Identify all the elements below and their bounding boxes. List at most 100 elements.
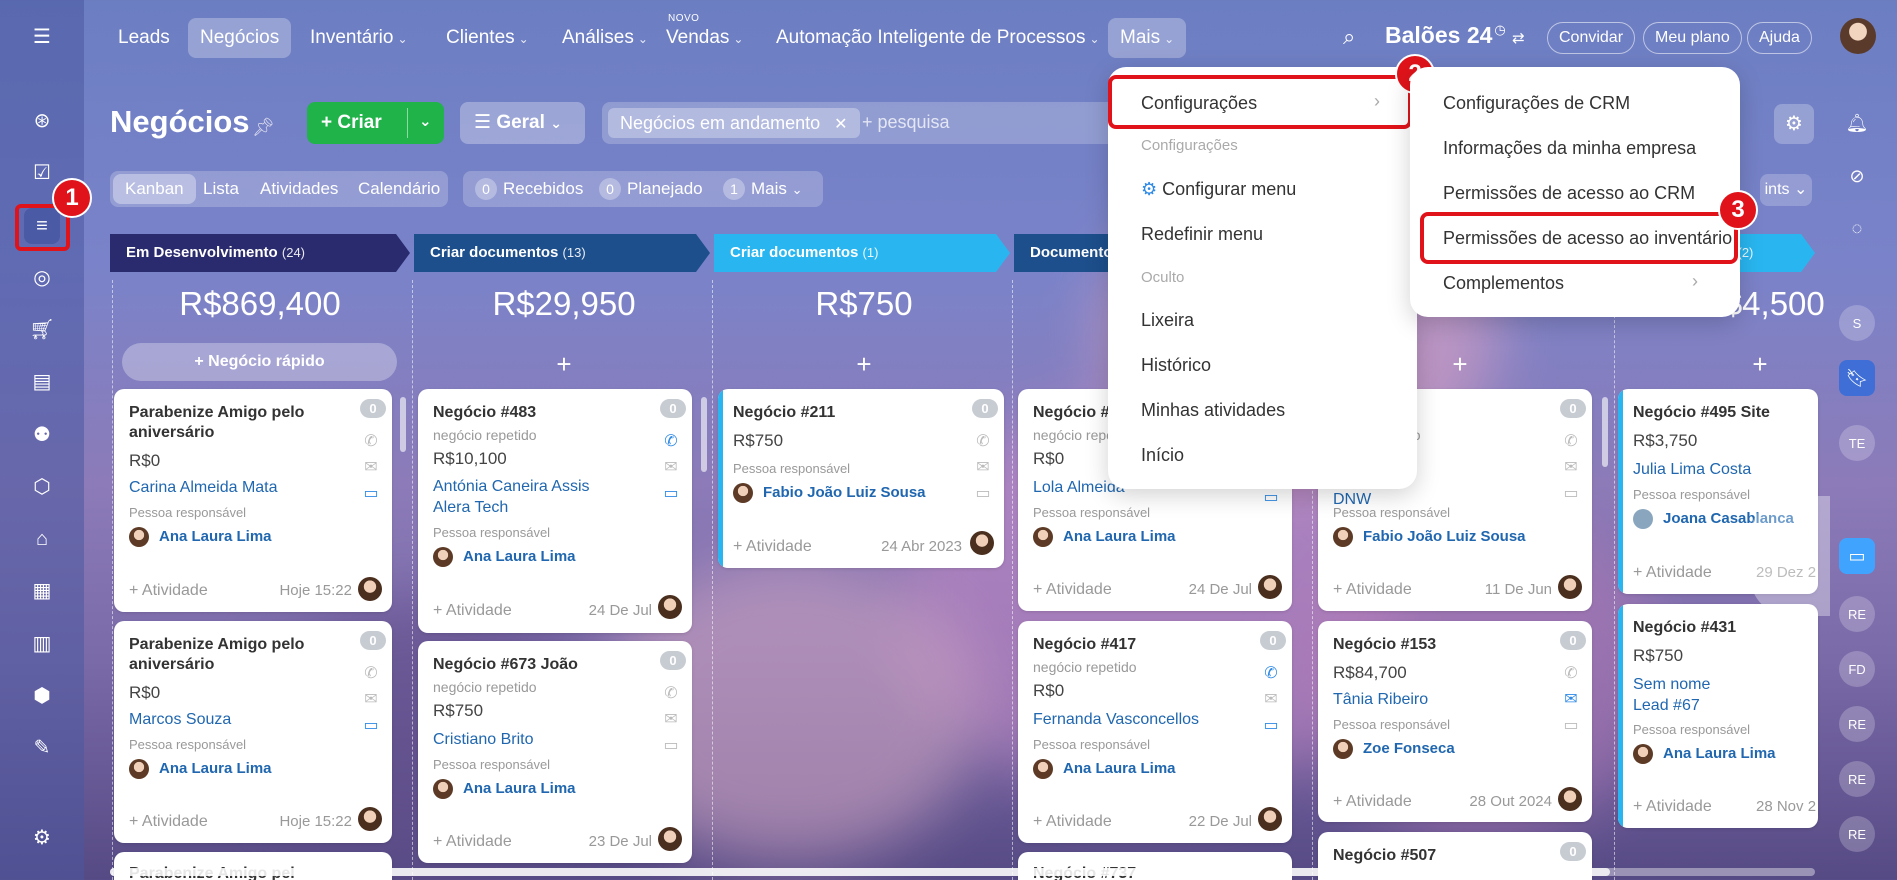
chat-icon[interactable]: ▭ bbox=[662, 483, 680, 503]
responsible-person[interactable]: Ana Laura Lima bbox=[1033, 759, 1176, 779]
target-icon[interactable]: ◎ bbox=[24, 260, 60, 296]
contact-link[interactable]: Cristiano Brito bbox=[433, 729, 533, 750]
deal-card[interactable]: 0 Parabenize Amigo pelo aniversário R$0 … bbox=[114, 389, 392, 612]
user-avatar-re[interactable]: RE bbox=[1839, 706, 1875, 742]
horizontal-scrollbar[interactable] bbox=[110, 868, 1815, 876]
mail-icon[interactable]: ✉ bbox=[662, 457, 680, 477]
nav-leads[interactable]: Leads bbox=[106, 18, 182, 58]
add-activity[interactable]: + Atividade bbox=[1633, 798, 1712, 816]
chat-icon[interactable]: ▭ bbox=[662, 735, 680, 755]
add-activity[interactable]: + Atividade bbox=[1033, 581, 1112, 599]
user-avatar-te[interactable]: TE bbox=[1839, 425, 1875, 461]
stage-header[interactable]: Criar documentos (13) bbox=[414, 234, 710, 272]
menu-item-my-activities[interactable]: Minhas atividades bbox=[1141, 400, 1285, 421]
menu-item-reset-menu[interactable]: Redefinir menu bbox=[1141, 224, 1263, 245]
chat-icon[interactable]: ▭ bbox=[974, 483, 992, 503]
my-plan-button[interactable]: Meu plano bbox=[1643, 22, 1742, 54]
create-button[interactable]: + Criar ⌄ bbox=[307, 102, 444, 144]
mail-icon[interactable]: ✉ bbox=[662, 709, 680, 729]
responsible-person[interactable]: Ana Laura Lima bbox=[129, 759, 272, 779]
search-input[interactable]: + pesquisa bbox=[862, 112, 950, 133]
menu-icon[interactable]: ☰ bbox=[24, 19, 60, 55]
box-icon[interactable]: ⬡ bbox=[24, 469, 60, 505]
contact-link[interactable]: Antónia Caneira Assis bbox=[433, 476, 590, 497]
lead-link[interactable]: Lead #67 bbox=[1633, 695, 1700, 716]
deal-title[interactable]: Negócio #153 bbox=[1333, 635, 1553, 655]
deal-card[interactable]: 0 Negócio #417 negócio repetido R$0 Fern… bbox=[1018, 621, 1292, 843]
robot-icon[interactable]: ⚉ bbox=[24, 417, 60, 453]
submenu-crm-permissions[interactable]: Permissões de acesso ao CRM bbox=[1443, 183, 1695, 204]
nav-automacao[interactable]: Automação Inteligente de Processos ⌄ bbox=[764, 18, 1112, 58]
add-deal-button[interactable]: + bbox=[414, 349, 714, 380]
nav-inventario[interactable]: Inventário ⌄ bbox=[298, 18, 420, 58]
settings-gear-icon[interactable]: ⚙ bbox=[24, 820, 60, 856]
stage-header[interactable]: Em Desenvolvimento (24) bbox=[110, 234, 410, 272]
deal-title[interactable]: Negócio #495 Site bbox=[1633, 403, 1818, 423]
user-avatar-re[interactable]: RE bbox=[1839, 816, 1875, 852]
menu-item-history[interactable]: Histórico bbox=[1141, 355, 1211, 376]
nav-negocios[interactable]: Negócios bbox=[188, 18, 292, 58]
phone-icon[interactable]: ✆ bbox=[1562, 431, 1580, 451]
menu-item-trash[interactable]: Lixeira bbox=[1141, 310, 1194, 331]
notification-bell-icon[interactable]: 🔔︎ bbox=[1839, 105, 1875, 141]
user-avatar-fd[interactable]: FD bbox=[1839, 651, 1875, 687]
chat-icon[interactable]: ▭ bbox=[1262, 487, 1280, 507]
add-activity[interactable]: + Atividade bbox=[433, 602, 512, 620]
add-activity[interactable]: + Atividade bbox=[1633, 564, 1712, 582]
mail-icon[interactable]: ✉ bbox=[362, 689, 380, 709]
phone-icon[interactable]: ✆ bbox=[1562, 663, 1580, 683]
mail-icon[interactable]: ✉ bbox=[1562, 689, 1580, 709]
add-activity[interactable]: + Atividade bbox=[733, 538, 812, 556]
add-activity[interactable]: + Atividade bbox=[129, 813, 208, 831]
user-avatar-s[interactable]: S bbox=[1839, 305, 1875, 341]
deal-title[interactable]: Negócio #417 bbox=[1033, 635, 1253, 655]
column-scrollbar[interactable] bbox=[1602, 397, 1608, 467]
column-scrollbar[interactable] bbox=[701, 397, 707, 472]
deal-title[interactable]: Negócio #483 bbox=[433, 403, 653, 423]
deal-card[interactable]: 0 Negócio #483 negócio repetido R$10,100… bbox=[418, 389, 692, 633]
stage-header[interactable]: Criar documentos (1) bbox=[714, 234, 1010, 272]
invite-button[interactable]: Convidar bbox=[1547, 22, 1636, 54]
phone-icon[interactable]: ✆ bbox=[362, 431, 380, 451]
mail-icon[interactable]: ✉ bbox=[1262, 689, 1280, 709]
chat-icon[interactable]: ▭ bbox=[1562, 483, 1580, 503]
menu-item-configure-menu[interactable]: ⚙ Configurar menu bbox=[1141, 179, 1296, 200]
contact-link[interactable]: Fernanda Vasconcellos bbox=[1033, 709, 1199, 730]
deal-card[interactable]: 0 Negócio #153 R$84,700 Tânia Ribeiro Pe… bbox=[1318, 621, 1592, 822]
tab-atividades[interactable]: Atividades bbox=[248, 171, 350, 207]
deal-title[interactable]: Negócio #507 bbox=[1333, 846, 1553, 866]
chat-icon[interactable]: ▭ bbox=[1562, 715, 1580, 735]
crm-network-icon[interactable]: ⊛ bbox=[24, 103, 60, 139]
deal-title[interactable]: Negócio #431 bbox=[1633, 618, 1818, 638]
add-activity[interactable]: + Atividade bbox=[433, 833, 512, 851]
nav-vendas[interactable]: Vendas ⌄ bbox=[654, 18, 755, 58]
chevron-down-icon[interactable]: ⌄ bbox=[419, 112, 432, 130]
chat-icon[interactable]: ▭ bbox=[1262, 715, 1280, 735]
contact-link[interactable]: Marcos Souza bbox=[129, 709, 231, 730]
tab-lista[interactable]: Lista bbox=[191, 171, 251, 207]
help-button[interactable]: Ajuda bbox=[1747, 22, 1812, 54]
chat-bubble-icon[interactable]: ◌ bbox=[1839, 210, 1875, 246]
chat-icon[interactable]: ▭ bbox=[362, 715, 380, 735]
responsible-person[interactable]: Ana Laura Lima bbox=[433, 547, 576, 567]
submenu-company-info[interactable]: Informações da minha empresa bbox=[1443, 138, 1696, 159]
bar-chart-icon[interactable]: ▥ bbox=[24, 626, 60, 662]
add-activity[interactable]: + Atividade bbox=[1033, 813, 1112, 831]
filter-preset-button[interactable]: ☰ Geral ⌄ bbox=[460, 102, 585, 144]
nav-clientes[interactable]: Clientes ⌄ bbox=[434, 18, 541, 58]
phone-icon[interactable]: ✆ bbox=[1262, 663, 1280, 683]
tab-calendario[interactable]: Calendário bbox=[346, 171, 452, 207]
contact-link[interactable]: Julia Lima Costa bbox=[1633, 459, 1751, 480]
contact-link[interactable]: Sem nome bbox=[1633, 674, 1710, 695]
responsible-person[interactable]: Ana Laura Lima bbox=[1633, 744, 1776, 764]
deal-card[interactable]: 0 Negócio #673 João negócio repetido R$7… bbox=[418, 641, 692, 863]
gear-icon[interactable]: ⚙ bbox=[1774, 104, 1814, 144]
close-icon[interactable]: ✕ bbox=[834, 116, 847, 133]
cart-icon[interactable]: 🛒︎ bbox=[24, 312, 60, 348]
user-avatar-re[interactable]: RE bbox=[1839, 761, 1875, 797]
deal-title[interactable]: Negócio #211 bbox=[733, 403, 953, 423]
deal-card[interactable]: Negócio #431 R$750 Sem nome Lead #67 Pes… bbox=[1618, 604, 1818, 828]
phone-icon[interactable]: ✆ bbox=[662, 431, 680, 451]
company-link[interactable]: Alera Tech bbox=[433, 497, 508, 518]
submenu-crm-settings[interactable]: Configurações de CRM bbox=[1443, 93, 1630, 114]
